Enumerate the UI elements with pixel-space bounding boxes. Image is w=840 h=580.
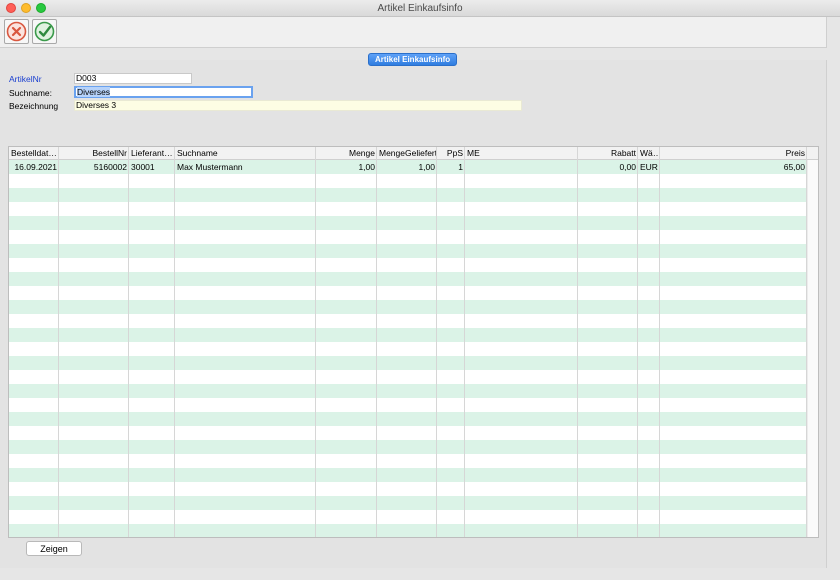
column-divider	[174, 147, 175, 537]
cell-waehrung: EUR	[640, 162, 658, 172]
artikelnr-field[interactable]: D003	[74, 73, 192, 84]
zeigen-button[interactable]: Zeigen	[26, 541, 82, 556]
cancel-button[interactable]	[4, 19, 29, 44]
cell-lieferant: 30001	[131, 162, 155, 172]
cell-preis: 65,00	[783, 162, 805, 172]
header-suchname[interactable]: Suchname	[175, 147, 316, 159]
column-divider	[464, 147, 465, 537]
header-pps[interactable]: PpS	[437, 147, 465, 159]
bezeichnung-label: Bezeichnung	[9, 101, 59, 111]
title-bar: Artikel Einkaufsinfo	[0, 0, 840, 17]
header-preis[interactable]: Preis	[660, 147, 807, 159]
header-rabatt[interactable]: Rabatt	[578, 147, 638, 159]
checkmark-circle-icon	[34, 21, 55, 42]
column-divider	[128, 147, 129, 537]
cell-me	[465, 160, 578, 174]
cancel-circle-icon	[6, 21, 27, 42]
header-waehrung[interactable]: Wä…	[638, 147, 660, 159]
artikelnr-label[interactable]: ArtikelNr	[9, 74, 42, 84]
cell-bestelldatum: 16.09.2021	[14, 162, 57, 172]
bezeichnung-field[interactable]: Diverses 3	[74, 100, 522, 111]
cell-bestellnr: 5160002	[93, 162, 127, 172]
cell-rabatt: 0,00	[619, 162, 636, 172]
ok-button[interactable]	[32, 19, 57, 44]
cell-mengegeliefert: 1,00	[418, 162, 435, 172]
column-divider	[659, 147, 660, 537]
column-divider	[58, 147, 59, 537]
vertical-scrollbar[interactable]	[807, 160, 818, 537]
suchname-label: Suchname:	[9, 88, 52, 98]
column-divider	[436, 147, 437, 537]
header-me[interactable]: ME	[465, 147, 578, 159]
header-menge[interactable]: Menge	[316, 147, 377, 159]
header-lieferant[interactable]: Lieferant…	[129, 147, 175, 159]
column-divider	[637, 147, 638, 537]
column-divider	[577, 147, 578, 537]
header-bestelldatum[interactable]: Bestelldat…	[9, 147, 59, 159]
window-title: Artikel Einkaufsinfo	[377, 3, 463, 14]
toolbar	[0, 17, 827, 48]
header-bestellnr[interactable]: BestellNr	[59, 147, 129, 159]
suchname-field[interactable]: Diverses	[74, 86, 253, 98]
column-divider	[376, 147, 377, 537]
cell-menge: 1,00	[358, 162, 375, 172]
cell-pps: 1	[458, 162, 463, 172]
purchase-info-table[interactable]: Bestelldat… BestellNr Lieferant… Suchnam…	[8, 146, 819, 538]
cell-suchname: Max Mustermann	[177, 162, 243, 172]
tab-artikel-einkaufsinfo[interactable]: Artikel Einkaufsinfo	[368, 53, 458, 66]
table-header: Bestelldat… BestellNr Lieferant… Suchnam…	[9, 147, 818, 160]
suchname-value: Diverses	[77, 87, 111, 97]
header-mengegeliefert[interactable]: MengeGeliefert	[377, 147, 437, 159]
column-divider	[315, 147, 316, 537]
